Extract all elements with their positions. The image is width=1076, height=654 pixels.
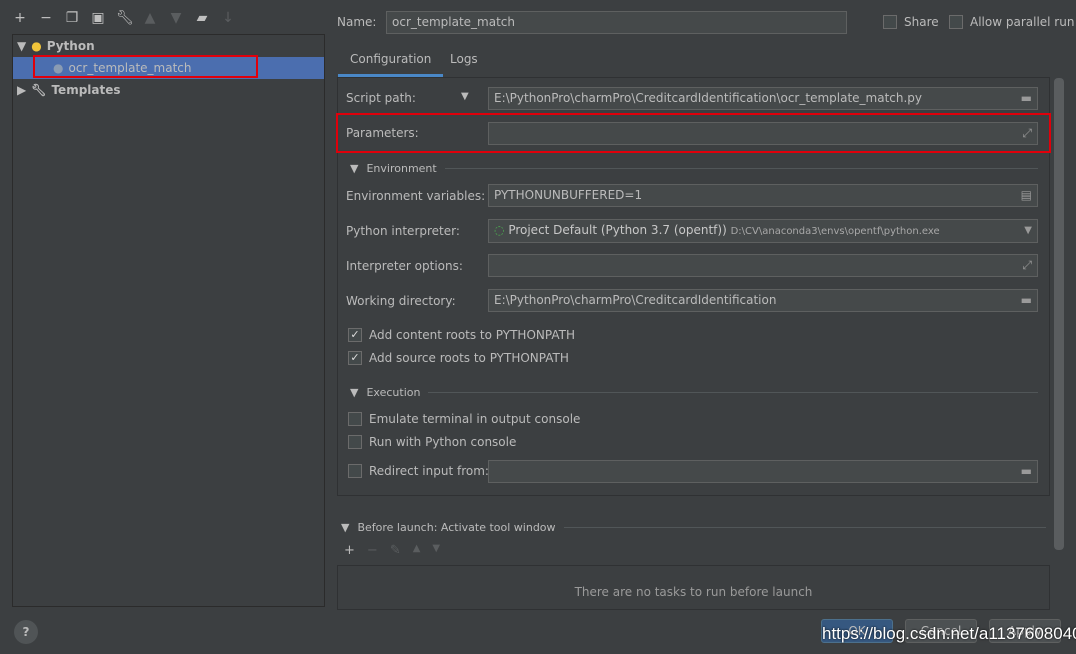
env-vars-input[interactable]: PYTHONUNBUFFERED=1 ▤	[488, 184, 1038, 207]
env-vars-label: Environment variables:	[346, 189, 486, 203]
folder-icon[interactable]: ▬	[1021, 88, 1032, 109]
interpreter-options-label: Interpreter options:	[346, 259, 463, 273]
save-icon[interactable]: ▣	[90, 10, 106, 26]
toolbar: + − ❐ ▣ 🔧︎ ▲ ▼ ▰ ↓	[12, 10, 236, 26]
python-console-checkbox[interactable]: Run with Python console	[348, 435, 516, 449]
emulate-terminal-checkbox[interactable]: Emulate terminal in output console	[348, 412, 580, 426]
expand-icon[interactable]: ▼	[17, 39, 26, 53]
working-dir-label: Working directory:	[346, 294, 456, 308]
add-icon[interactable]: +	[12, 10, 28, 26]
highlight-box	[336, 113, 1051, 153]
name-input[interactable]: ocr_template_match	[386, 11, 847, 34]
move-up-icon[interactable]: ▲	[142, 10, 158, 26]
tree-node-python[interactable]: ▼ ● Python	[13, 35, 324, 57]
script-path-input[interactable]: E:\PythonPro\charmPro\CreditcardIdentifi…	[488, 87, 1038, 110]
wrench-icon[interactable]: 🔧︎	[116, 10, 134, 26]
before-launch-list: There are no tasks to run before launch	[337, 565, 1050, 610]
tab-logs[interactable]: Logs	[438, 44, 490, 77]
script-path-label: Script path:	[346, 91, 416, 105]
tab-configuration[interactable]: Configuration	[338, 44, 444, 77]
move-up-icon[interactable]: ▲	[413, 543, 421, 558]
dropdown-icon[interactable]: ▼	[461, 91, 469, 102]
before-launch-section[interactable]: ▼ Before launch: Activate tool window	[341, 521, 1046, 534]
copy-icon[interactable]: ❐	[64, 10, 80, 26]
before-launch-toolbar: + − ✎ ▲ ▼	[344, 543, 440, 558]
source-roots-checkbox[interactable]: ✓ Add source roots to PYTHONPATH	[348, 351, 569, 365]
folder-icon: ▬	[1020, 293, 1032, 307]
interpreter-label: Python interpreter:	[346, 224, 460, 238]
new-folder-icon[interactable]: ▰	[194, 10, 210, 26]
collapse-icon[interactable]: ▶	[17, 83, 26, 97]
parallel-checkbox[interactable]: Allow parallel run	[949, 15, 1074, 29]
wrench-icon: 🔧︎	[31, 83, 47, 97]
execution-section[interactable]: ▼ Execution	[350, 386, 1038, 399]
tree-node-templates[interactable]: ▶ 🔧︎ Templates	[13, 79, 324, 101]
python-icon: ●	[31, 39, 42, 53]
expand-icon: ⤢	[1022, 258, 1032, 272]
remove-icon[interactable]: −	[367, 543, 378, 558]
loading-icon: ◌	[494, 223, 505, 237]
move-down-icon[interactable]: ▼	[168, 10, 184, 26]
add-icon[interactable]: +	[344, 543, 355, 558]
highlight-box	[33, 55, 258, 78]
share-checkbox[interactable]: Share	[883, 15, 939, 29]
interpreter-select[interactable]: ◌ Project Default (Python 3.7 (opentf)) …	[488, 219, 1038, 243]
content-roots-checkbox[interactable]: ✓ Add content roots to PYTHONPATH	[348, 328, 575, 342]
environment-section[interactable]: ▼ Environment	[350, 162, 1038, 175]
scrollbar[interactable]	[1054, 78, 1064, 550]
folder-icon: ▬	[1020, 464, 1032, 478]
dropdown-icon: ▼	[1024, 225, 1032, 236]
help-button[interactable]: ?	[14, 620, 38, 644]
remove-icon[interactable]: −	[38, 10, 54, 26]
working-dir-input[interactable]: E:\PythonPro\charmPro\CreditcardIdentifi…	[488, 289, 1038, 312]
list-icon[interactable]: ▤	[1021, 185, 1032, 206]
redirect-input-checkbox[interactable]: Redirect input from:	[348, 464, 489, 478]
move-down-icon[interactable]: ▼	[432, 543, 440, 558]
edit-icon[interactable]: ✎	[390, 543, 401, 558]
watermark: https://blog.csdn.net/a1137608040	[822, 624, 1076, 643]
interpreter-options-input[interactable]: ⤢	[488, 254, 1038, 277]
name-label: Name:	[337, 15, 377, 29]
redirect-input[interactable]: ▬	[488, 460, 1038, 483]
config-tree: ▼ ● Python ● ocr_template_match ▶ 🔧︎ Template…	[12, 34, 325, 607]
sort-icon[interactable]: ↓	[220, 10, 236, 26]
